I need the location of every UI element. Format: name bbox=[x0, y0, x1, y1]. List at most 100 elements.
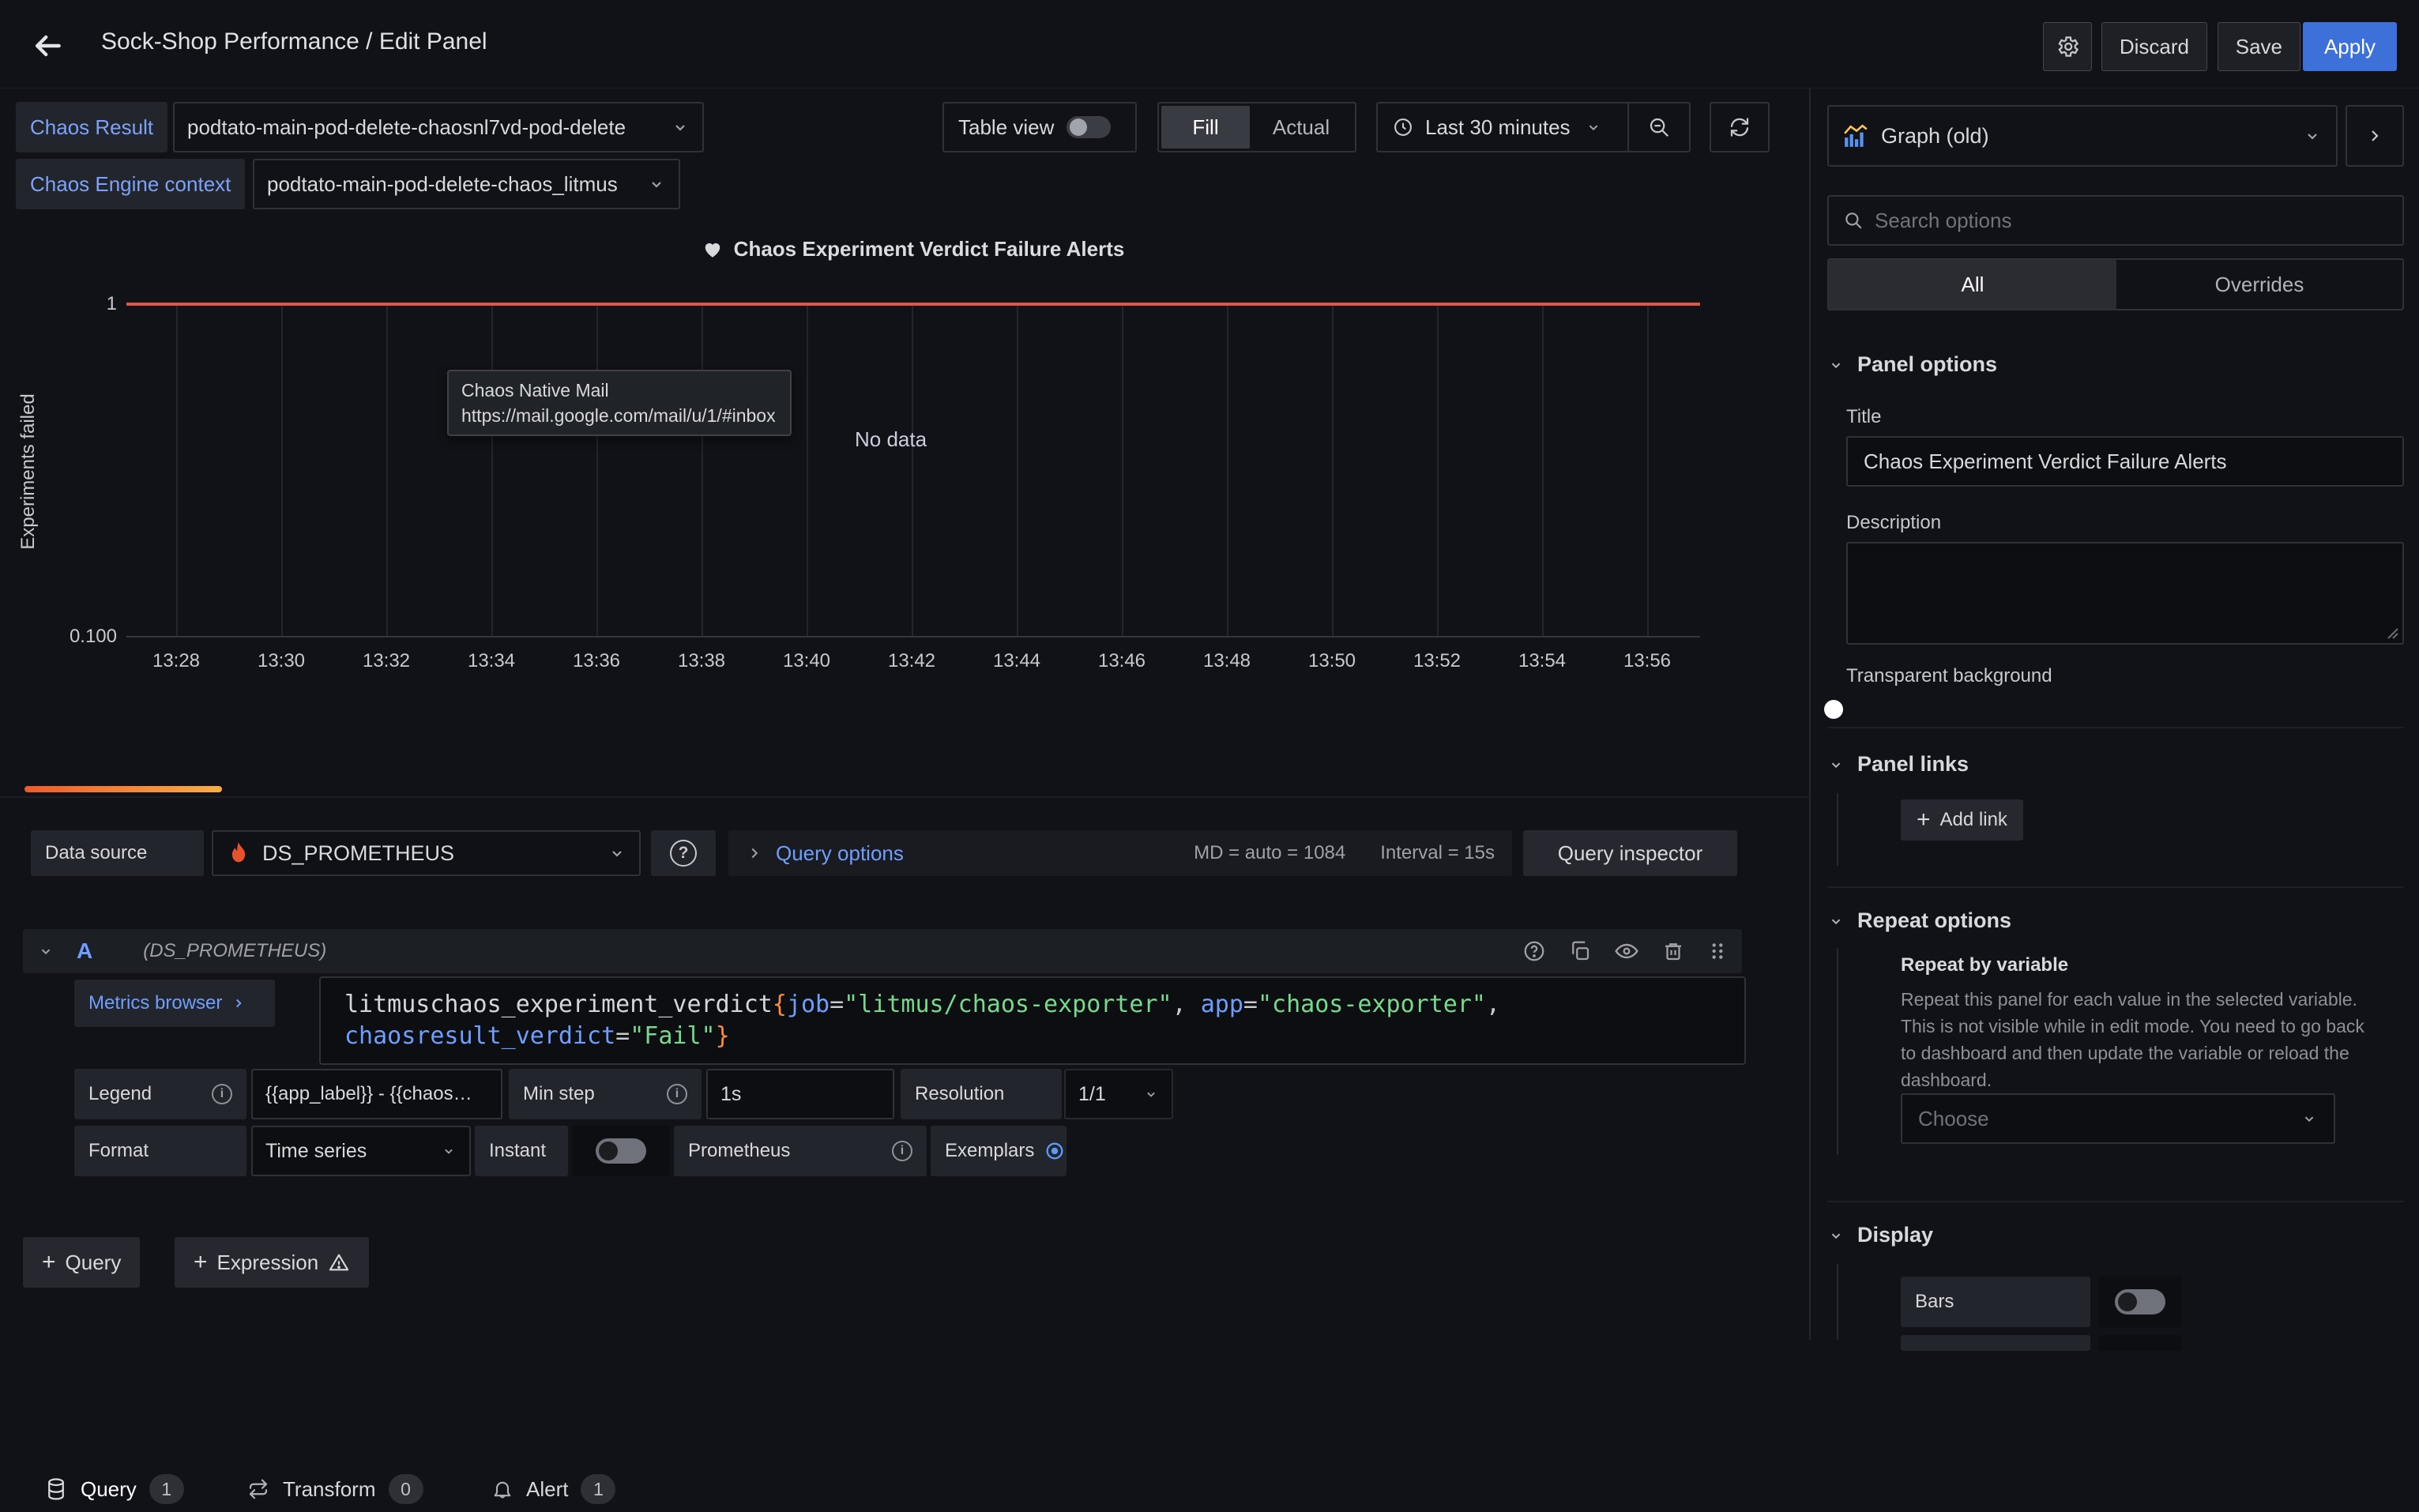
all-overrides-segmented: All Overrides bbox=[1827, 258, 2404, 310]
add-expression-button[interactable]: Expression bbox=[175, 1237, 369, 1288]
tab-alert[interactable]: Alert 1 bbox=[491, 1466, 615, 1512]
panel-title-value: Chaos Experiment Verdict Failure Alerts bbox=[1864, 449, 2227, 474]
section-heading: Display bbox=[1857, 1223, 1933, 1247]
gear-icon bbox=[2055, 34, 2080, 59]
variable-label-text: Chaos Engine context bbox=[30, 172, 231, 197]
query-row-header[interactable]: A (DS_PROMETHEUS) bbox=[23, 929, 1742, 973]
active-tab-underline bbox=[24, 786, 222, 792]
variable-select-chaos-result[interactable]: podtato-main-pod-delete-chaosnl7vd-pod-d… bbox=[173, 102, 704, 152]
add-link-button[interactable]: Add link bbox=[1901, 799, 2023, 841]
section-panel-options[interactable]: Panel options bbox=[1827, 352, 1997, 377]
add-query-button[interactable]: Query bbox=[23, 1237, 140, 1288]
x-tick-label: 13:28 bbox=[152, 650, 200, 672]
variable-label-chaos-result: Chaos Result bbox=[16, 102, 167, 152]
tab-overrides[interactable]: Overrides bbox=[2116, 273, 2402, 297]
duplicate-query-icon[interactable] bbox=[1568, 939, 1592, 963]
gridline bbox=[386, 306, 388, 636]
plot-area[interactable]: 13:2813:3013:3213:3413:3613:3813:4013:42… bbox=[126, 303, 1700, 638]
gridline bbox=[1017, 306, 1018, 636]
panel-title: Chaos Experiment Verdict Failure Alerts bbox=[126, 237, 1700, 261]
options-collapse-button[interactable] bbox=[2346, 105, 2404, 167]
gridline bbox=[702, 306, 703, 636]
table-view-toggle[interactable] bbox=[1067, 116, 1111, 138]
alert-threshold-line bbox=[126, 303, 1700, 306]
graph-tooltip: Chaos Native Mail https://mail.google.co… bbox=[447, 370, 792, 436]
instant-toggle[interactable] bbox=[596, 1138, 646, 1164]
tab-transform[interactable]: Transform 0 bbox=[246, 1466, 423, 1512]
format-select[interactable]: Time series bbox=[251, 1126, 471, 1176]
refresh-button[interactable] bbox=[1710, 102, 1770, 152]
exemplars-control[interactable]: Exemplars bbox=[931, 1126, 1067, 1176]
visualization-picker[interactable]: Graph (old) bbox=[1827, 105, 2338, 167]
clock-icon bbox=[1392, 116, 1414, 138]
section-divider bbox=[1827, 886, 2404, 888]
table-view-control[interactable]: Table view bbox=[942, 102, 1137, 152]
time-range-picker[interactable]: Last 30 minutes bbox=[1378, 103, 1627, 151]
chevron-down-icon bbox=[1585, 118, 1602, 136]
delete-query-icon[interactable] bbox=[1661, 939, 1685, 963]
exemplars-eye-icon bbox=[1044, 1140, 1066, 1162]
apply-button[interactable]: Apply bbox=[2303, 22, 2397, 71]
variable-label-chaos-engine: Chaos Engine context bbox=[16, 159, 245, 209]
x-tick-label: 13:40 bbox=[783, 650, 830, 672]
tab-label: Query bbox=[81, 1477, 137, 1502]
discard-button[interactable]: Discard bbox=[2101, 22, 2207, 71]
variable-select-chaos-engine[interactable]: podtato-main-pod-delete-chaos_litmus bbox=[253, 159, 680, 209]
x-tick-label: 13:46 bbox=[1098, 650, 1146, 672]
fill-option[interactable]: Fill bbox=[1161, 106, 1250, 149]
zoom-out-button[interactable] bbox=[1627, 103, 1689, 151]
instant-toggle-box bbox=[572, 1126, 670, 1176]
transparent-bg-label: Transparent background bbox=[1846, 665, 2052, 687]
gridline bbox=[807, 306, 808, 636]
data-source-picker[interactable]: DS_PROMETHEUS bbox=[212, 830, 641, 876]
bars-toggle[interactable] bbox=[2115, 1289, 2165, 1315]
section-panel-links[interactable]: Panel links bbox=[1827, 752, 1969, 777]
search-options-input[interactable]: Search options bbox=[1827, 195, 2404, 246]
section-heading: Repeat options bbox=[1857, 908, 2011, 933]
min-step-input[interactable]: 1s bbox=[706, 1069, 894, 1119]
prometheus-label: Prometheus bbox=[674, 1126, 927, 1176]
repeat-variable-select[interactable]: Choose bbox=[1901, 1093, 2335, 1144]
description-textarea[interactable] bbox=[1846, 542, 2404, 645]
tab-query[interactable]: Query 1 bbox=[44, 1466, 184, 1512]
back-arrow-icon[interactable] bbox=[30, 28, 65, 63]
transform-icon bbox=[246, 1477, 270, 1501]
query-options-bar[interactable]: Query options MD = auto = 1084 Interval … bbox=[728, 830, 1512, 876]
data-source-value: DS_PROMETHEUS bbox=[262, 841, 454, 866]
section-heading: Panel links bbox=[1857, 752, 1969, 777]
section-repeat-options[interactable]: Repeat options bbox=[1827, 908, 2011, 933]
x-tick-label: 13:34 bbox=[468, 650, 515, 672]
query-inspector-button[interactable]: Query inspector bbox=[1523, 830, 1737, 876]
drag-handle-icon[interactable] bbox=[1707, 939, 1728, 963]
resolution-select[interactable]: 1/1 bbox=[1064, 1069, 1173, 1119]
data-source-help-button[interactable] bbox=[651, 830, 716, 876]
chevron-down-icon bbox=[1827, 912, 1845, 930]
options-panel-divider bbox=[1809, 88, 1811, 1340]
chevron-down-icon bbox=[1827, 756, 1845, 773]
repeat-select-placeholder: Choose bbox=[1918, 1107, 1989, 1131]
section-display[interactable]: Display bbox=[1827, 1223, 1933, 1247]
panel-settings-button[interactable] bbox=[2043, 22, 2092, 71]
resize-handle-icon[interactable] bbox=[2385, 626, 2399, 640]
x-tick-label: 13:48 bbox=[1203, 650, 1251, 672]
save-button[interactable]: Save bbox=[2218, 22, 2300, 71]
query-help-icon[interactable] bbox=[1522, 939, 1546, 963]
y-tick-bottom: 0.100 bbox=[32, 626, 117, 648]
info-icon bbox=[892, 1141, 912, 1161]
prometheus-icon bbox=[226, 841, 251, 866]
chevron-down-icon bbox=[37, 942, 55, 960]
metrics-browser-label: Metrics browser bbox=[88, 992, 222, 1014]
toggle-visibility-icon[interactable] bbox=[1614, 938, 1639, 964]
info-icon bbox=[212, 1084, 232, 1104]
panel-title-input[interactable]: Chaos Experiment Verdict Failure Alerts bbox=[1846, 436, 2404, 487]
repeat-description-line: This is not visible while in edit mode. … bbox=[1901, 1013, 2364, 1040]
metrics-browser-button[interactable]: Metrics browser bbox=[74, 980, 275, 1027]
actual-option[interactable]: Actual bbox=[1250, 115, 1352, 140]
x-tick-label: 13:32 bbox=[363, 650, 410, 672]
section-divider bbox=[1827, 727, 2404, 728]
repeat-description: Repeat this panel for each value in the … bbox=[1901, 986, 2364, 1093]
legend-input[interactable]: {{app_label}} - {{chaos… bbox=[251, 1069, 502, 1119]
tab-all[interactable]: All bbox=[1829, 260, 2116, 309]
promql-expression-field[interactable]: litmuschaos_experiment_verdict{job="litm… bbox=[319, 976, 1746, 1065]
repeat-description-line: Repeat this panel for each value in the … bbox=[1901, 986, 2364, 1013]
